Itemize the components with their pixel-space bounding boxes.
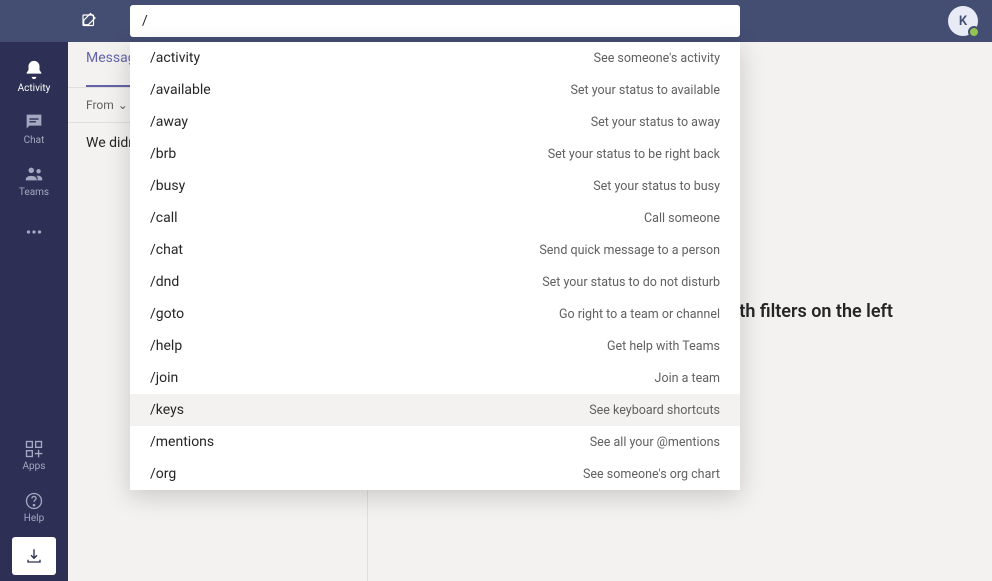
help-icon (24, 491, 44, 511)
command-item[interactable]: /chat Send quick message to a person (130, 234, 740, 266)
command-name: /join (150, 370, 178, 386)
teams-icon (23, 163, 45, 185)
avatar[interactable]: K (948, 6, 978, 36)
apps-icon (24, 439, 44, 459)
app-header: K (0, 0, 992, 42)
sidebar-item-activity[interactable]: Activity (0, 50, 68, 102)
sidebar-item-apps[interactable]: Apps (0, 429, 68, 481)
command-item[interactable]: /busy Set your status to busy (130, 170, 740, 202)
command-description: Get help with Teams (607, 339, 720, 354)
command-description: See all your @mentions (590, 435, 720, 450)
command-name: /chat (150, 242, 183, 258)
chevron-down-icon: ⌄ (118, 98, 128, 112)
command-name: /activity (150, 50, 200, 66)
bell-icon (23, 59, 45, 81)
command-description: See keyboard shortcuts (589, 403, 720, 418)
command-description: Set your status to be right back (548, 147, 720, 162)
command-name: /busy (150, 178, 185, 194)
command-description: Send quick message to a person (539, 243, 720, 258)
sidebar-item-label: Teams (19, 187, 49, 198)
command-item[interactable]: /help Get help with Teams (130, 330, 740, 362)
sidebar-item-help[interactable]: Help (0, 481, 68, 533)
command-item[interactable]: /org See someone's org chart (130, 458, 740, 490)
command-description: Set your status to do not disturb (542, 275, 720, 290)
command-description: See someone's activity (594, 51, 720, 66)
command-description: Join a team (655, 371, 720, 386)
sidebar-item-label: Help (24, 513, 44, 524)
command-name: /keys (150, 402, 184, 418)
compose-button[interactable] (68, 0, 110, 42)
sidebar-bottom: Apps Help (0, 429, 68, 581)
command-name: /call (150, 210, 178, 226)
command-item[interactable]: /away Set your status to away (130, 106, 740, 138)
command-item[interactable]: /mentions See all your @mentions (130, 426, 740, 458)
command-description: See someone's org chart (583, 467, 720, 482)
sidebar: Activity Chat Teams Apps Help (0, 42, 68, 581)
command-item[interactable]: /dnd Set your status to do not disturb (130, 266, 740, 298)
sidebar-item-teams[interactable]: Teams (0, 154, 68, 206)
command-item[interactable]: /brb Set your status to be right back (130, 138, 740, 170)
command-name: /away (150, 114, 188, 130)
command-name: /help (150, 338, 182, 354)
filter-label: From (86, 98, 114, 112)
command-description: Go right to a team or channel (559, 307, 720, 322)
sidebar-item-label: Activity (18, 83, 51, 94)
command-dropdown: /activity See someone's activity/availabl… (130, 42, 740, 490)
command-name: /available (150, 82, 211, 98)
download-icon (25, 547, 43, 565)
sidebar-item-chat[interactable]: Chat (0, 102, 68, 154)
command-description: Set your status to available (570, 83, 720, 98)
sidebar-item-label: Chat (24, 135, 45, 146)
command-name: /brb (150, 146, 176, 162)
command-name: /org (150, 466, 176, 482)
command-item[interactable]: /keys See keyboard shortcuts (130, 394, 740, 426)
presence-indicator (968, 26, 980, 38)
command-item[interactable]: /activity See someone's activity (130, 42, 740, 74)
command-name: /mentions (150, 434, 214, 450)
command-item[interactable]: /available Set your status to available (130, 74, 740, 106)
avatar-initial: K (959, 14, 967, 29)
command-name: /dnd (150, 274, 179, 290)
sidebar-item-more[interactable] (0, 206, 68, 258)
command-item[interactable]: /goto Go right to a team or channel (130, 298, 740, 330)
download-button[interactable] (12, 537, 56, 575)
sidebar-item-label: Apps (23, 461, 46, 472)
search-input[interactable] (130, 5, 740, 37)
command-description: Set your status to busy (593, 179, 720, 194)
ellipsis-icon (23, 221, 45, 243)
command-description: Call someone (644, 211, 720, 226)
command-item[interactable]: /join Join a team (130, 362, 740, 394)
command-item[interactable]: /call Call someone (130, 202, 740, 234)
search-wrapper (130, 5, 740, 37)
chat-icon (23, 111, 45, 133)
command-description: Set your status to away (591, 115, 720, 130)
command-name: /goto (150, 306, 184, 322)
